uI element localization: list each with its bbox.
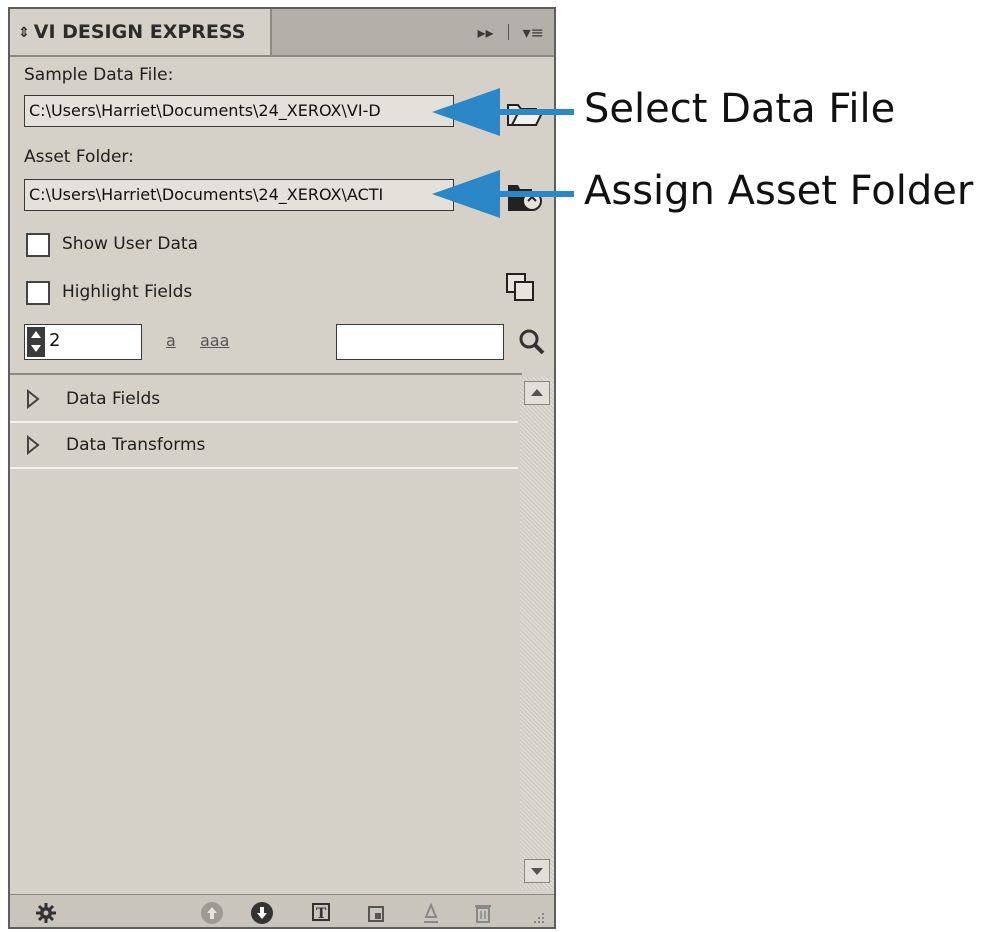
annotation-arrows: [432, 88, 574, 218]
assign-asset-folder-annotation: Assign Asset Folder: [584, 168, 974, 214]
select-data-file-annotation: Select Data File: [584, 86, 896, 132]
assign-asset-folder-arrow: [432, 170, 574, 218]
select-data-file-arrow: [432, 88, 574, 136]
